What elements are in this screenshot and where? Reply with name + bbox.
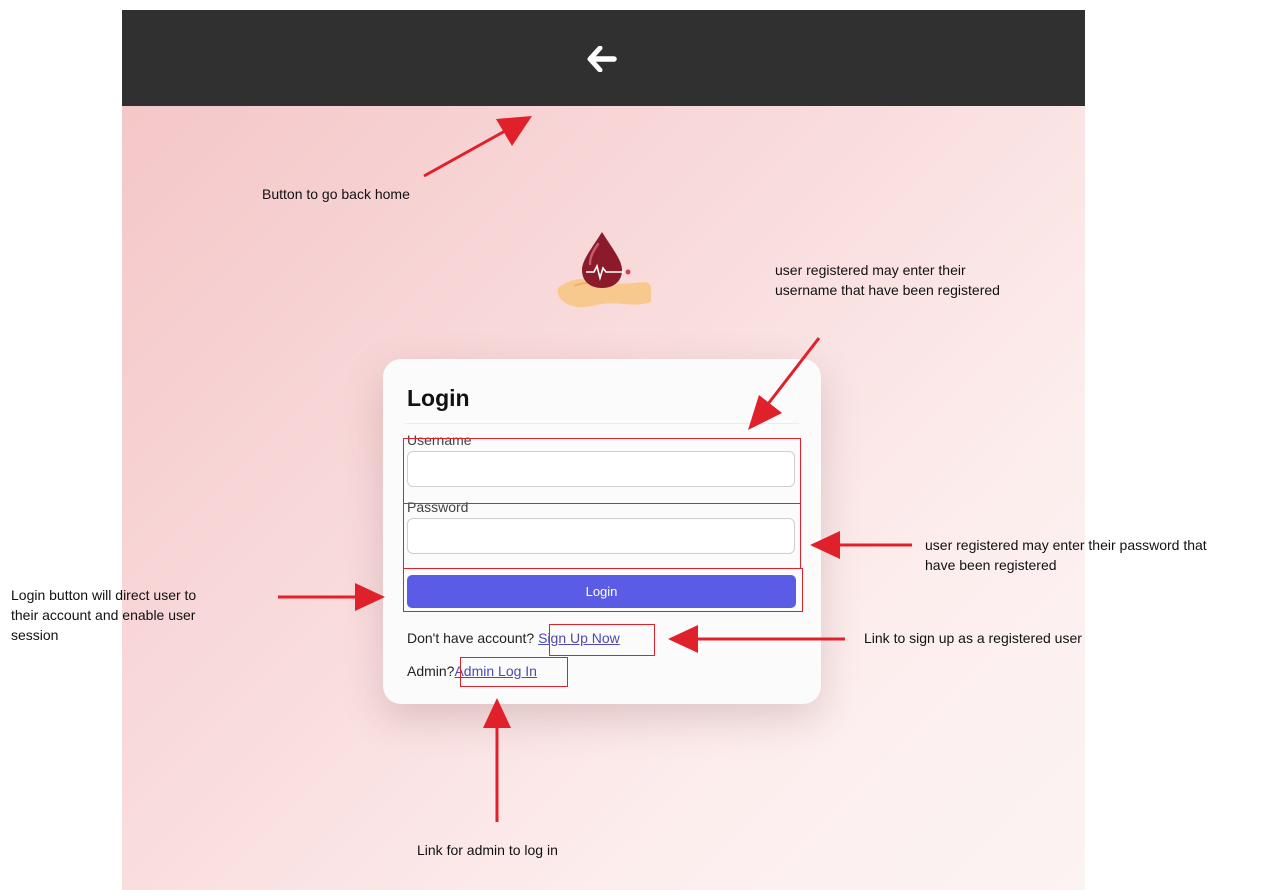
username-label: Username: [407, 432, 472, 448]
annotation-signup: Link to sign up as a registered user: [864, 630, 1082, 646]
annotation-password-1: user registered may enter their password…: [925, 537, 1207, 553]
annotation-login-3: session: [11, 627, 59, 643]
signup-link[interactable]: Sign Up Now: [538, 630, 620, 646]
annotation-password-2: have been registered: [925, 557, 1057, 573]
top-bar: [122, 10, 1085, 106]
annotation-admin: Link for admin to log in: [417, 842, 558, 858]
login-title: Login: [407, 385, 470, 411]
annotation-back-home: Button to go back home: [262, 186, 410, 202]
annotation-login-1: Login button will direct user to: [11, 587, 197, 603]
admin-login-link[interactable]: Admin Log In: [454, 663, 537, 679]
admin-line: Admin?Admin Log In: [407, 663, 537, 679]
app-frame: Login Username Password Login Don't have…: [122, 10, 1085, 890]
annotation-username-1: user registered may enter their: [775, 262, 966, 278]
blood-drop-hand-icon: [557, 232, 652, 308]
admin-prompt: Admin?: [407, 663, 455, 679]
title-divider: [405, 423, 799, 424]
login-card: Login Username Password Login Don't have…: [383, 359, 821, 704]
password-input[interactable]: [407, 518, 795, 554]
annotation-login-2: their account and enable user: [11, 607, 196, 623]
login-button[interactable]: Login: [407, 575, 796, 608]
back-home-button[interactable]: [584, 44, 620, 74]
arrow-left-icon: [587, 46, 617, 72]
username-input[interactable]: [407, 451, 795, 487]
annotation-username-2: username that have been registered: [775, 282, 1000, 298]
signup-prompt: Don't have account?: [407, 630, 535, 646]
signup-line: Don't have account? Sign Up Now: [407, 630, 620, 646]
password-label: Password: [407, 499, 469, 515]
